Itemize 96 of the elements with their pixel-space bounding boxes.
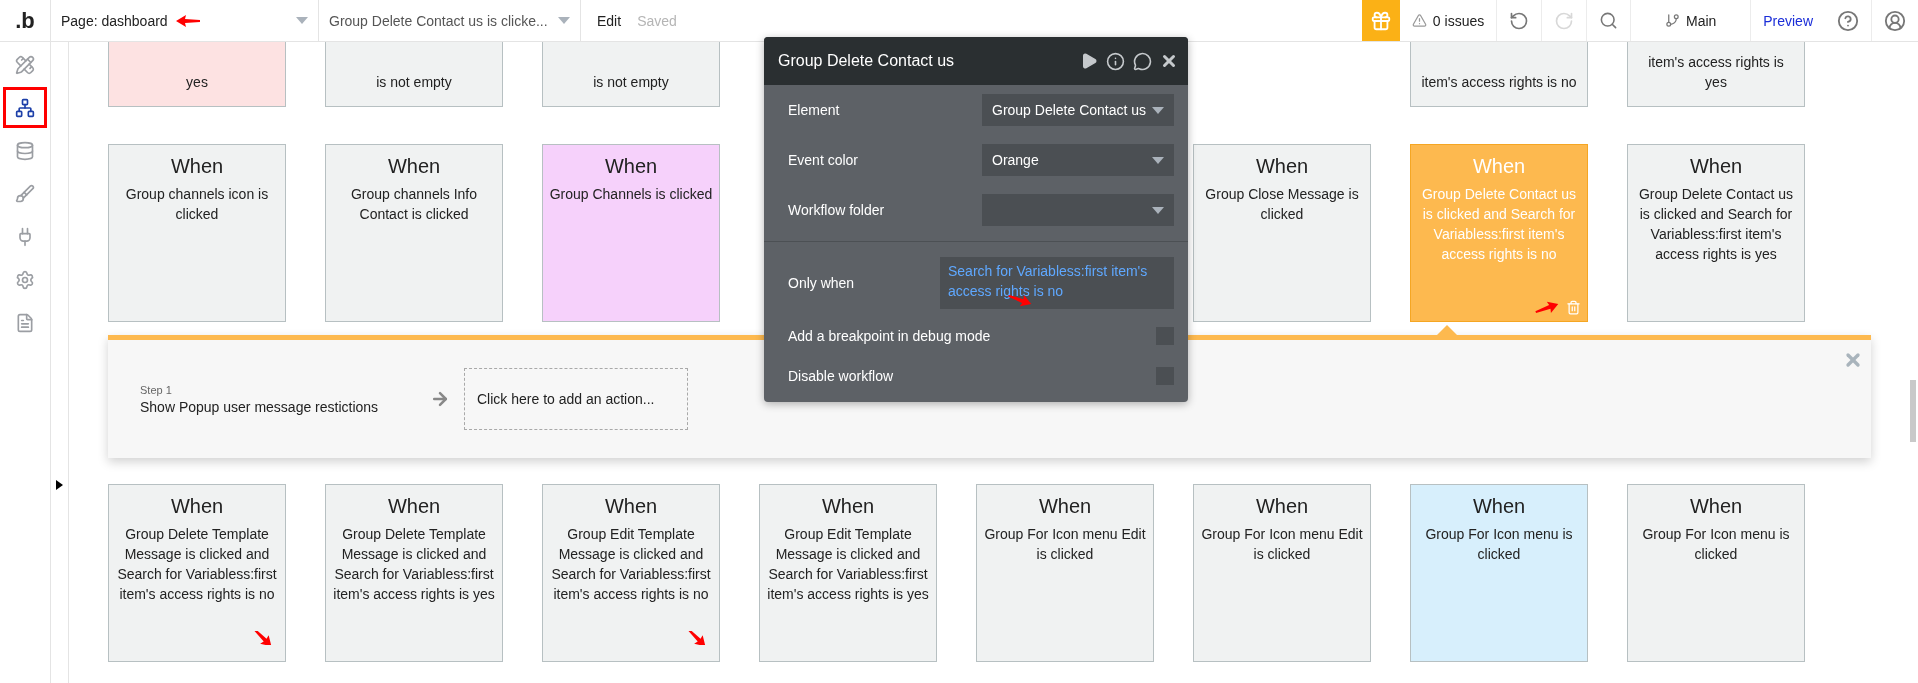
expand-caret-icon[interactable]	[56, 480, 63, 490]
branch-button[interactable]: Main	[1631, 0, 1752, 41]
event-card[interactable]: item's access rights is yes	[1627, 42, 1805, 107]
card-title: When	[1255, 155, 1309, 178]
event-dropdown[interactable]: Group Delete Contact us is clicke...	[319, 0, 581, 41]
card-title: When	[1472, 155, 1526, 178]
card-title: When	[604, 495, 658, 518]
field-label: Disable workflow	[788, 368, 895, 384]
card-text: Group For Icon menu Edit is clicked	[983, 525, 1147, 564]
sitemap-icon[interactable]	[3, 87, 47, 128]
field-label: Event color	[788, 152, 860, 168]
caret-icon	[1152, 156, 1164, 164]
card-text: Group Delete Contact us is clicked and Search for Variabless:first item's access rights is no	[1420, 185, 1578, 264]
card-title: When	[604, 155, 658, 178]
event-card[interactable]: yes	[108, 42, 286, 107]
warning-icon	[1411, 13, 1427, 28]
dropdown-field[interactable]: Orange	[982, 144, 1174, 176]
event-card[interactable]: item's access rights is no	[1410, 42, 1588, 107]
card-text: is not empty	[593, 73, 669, 92]
gift-icon	[1369, 9, 1392, 32]
event-card[interactable]: When Group Close Message is clicked	[1193, 144, 1371, 322]
event-card[interactable]: When Group For Icon menu Edit is clicked	[1193, 484, 1371, 662]
branch-icon	[1665, 13, 1680, 28]
card-text: Group Edit Template Message is clicked and Search for Variabless:first item's access rights is yes	[766, 525, 930, 604]
caret-icon	[1152, 106, 1165, 114]
play-icon[interactable]	[1080, 52, 1098, 70]
card-title: When	[821, 495, 875, 518]
event-card[interactable]: When Group Edit Template Message is clicked and Search for Variabless:first item's access rights is yes	[759, 484, 937, 662]
save-status: Saved	[637, 12, 677, 29]
card-title: When	[387, 155, 441, 178]
card-text: item's access rights is yes	[1647, 53, 1785, 92]
card-text: yes	[186, 73, 208, 92]
field-label: Only when	[788, 275, 856, 291]
page-dropdown[interactable]: Page: dashboard	[51, 0, 319, 41]
logo[interactable]: .b	[0, 0, 51, 41]
card-title: When	[1255, 495, 1309, 518]
caret-icon	[1152, 206, 1164, 214]
preview-link[interactable]: Preview	[1751, 12, 1825, 29]
card-text: Group For Icon menu is clicked	[1641, 525, 1791, 564]
field-label: Element	[788, 102, 841, 118]
card-text: Group Close Message is clicked	[1204, 185, 1360, 224]
card-title: When	[1689, 155, 1743, 178]
field-label: Add a breakpoint in debug mode	[788, 328, 992, 344]
card-text: Group Edit Template Message is clicked and Search for Variabless:first item's access rights is no	[550, 525, 712, 604]
user-avatar-icon	[1884, 9, 1906, 32]
card-text: Group Delete Template Message is clicked and Search for Variabless:first item's access rights is no	[116, 525, 278, 604]
card-text: Group For Icon menu Edit is clicked	[1200, 525, 1364, 564]
card-title: When	[170, 495, 224, 518]
card-text: Group Delete Template Message is clicked and Search for Variabless:first item's access rights is yes	[332, 525, 496, 604]
issues-button[interactable]: 0 issues	[1399, 0, 1498, 41]
step-action[interactable]: Show Popup user message restictions	[140, 398, 430, 415]
event-card[interactable]: When Group channels Info Contact is clicked	[325, 144, 503, 322]
event-card[interactable]: When Group For Icon menu is clicked	[1627, 484, 1805, 662]
caret-icon	[558, 17, 570, 24]
card-title: When	[1689, 495, 1743, 518]
gift-button[interactable]	[1361, 0, 1400, 41]
event-card[interactable]: When Group Edit Template Message is clicked and Search for Variabless:first item's access rights is no	[542, 484, 720, 662]
card-text: Group Channels is clicked	[549, 185, 713, 204]
event-card[interactable]: When Group channels icon is clicked	[108, 144, 286, 322]
close-icon[interactable]	[1160, 52, 1178, 70]
field-label: Workflow folder	[788, 202, 886, 218]
arrow-right-icon	[430, 389, 450, 409]
event-card[interactable]: When Group Delete Template Message is clicked and Search for Variabless:first item's access rights is yes	[325, 484, 503, 662]
card-title: When	[387, 495, 441, 518]
close-button[interactable]	[1843, 350, 1863, 370]
event-card[interactable]: When Group For Icon menu is clicked	[1410, 484, 1588, 662]
popup-title: Group Delete Contact us	[778, 52, 956, 70]
event-card[interactable]: When Group Delete Template Message is clicked and Search for Variabless:first item's access rights is no	[108, 484, 286, 662]
event-card[interactable]: When Group Delete Contact us is clicked and Search for Variabless:first item's access rights is yes	[1627, 144, 1805, 322]
redo-icon	[1554, 10, 1575, 31]
card-text: Group channels Info Contact is clicked	[349, 185, 479, 224]
card-text: Group Delete Contact us is clicked and Search for Variabless:first item's access rights is yes	[1637, 185, 1795, 264]
help-icon	[1837, 9, 1859, 32]
step-label: Step 1	[140, 383, 173, 396]
trash-icon[interactable]	[1566, 300, 1581, 315]
event-card[interactable]: When Group Channels is clicked	[542, 144, 720, 322]
search-icon	[1599, 11, 1619, 30]
caret-icon	[296, 17, 308, 24]
card-title: When	[1472, 495, 1526, 518]
card-text: Group For Icon menu is clicked	[1424, 525, 1574, 564]
card-text: is not empty	[376, 73, 452, 92]
card-title: When	[170, 155, 224, 178]
card-text: Group channels icon is clicked	[124, 185, 270, 224]
info-icon[interactable]	[1106, 51, 1125, 71]
card-title: When	[1038, 495, 1092, 518]
edit-menu[interactable]: Edit	[597, 12, 622, 29]
add-action-button[interactable]: Click here to add an action...	[464, 368, 688, 430]
undo-icon	[1509, 10, 1530, 31]
dropdown-field[interactable]	[982, 194, 1174, 226]
dropdown-field[interactable]: Group Delete Contact us	[982, 94, 1174, 126]
event-card[interactable]: is not empty	[542, 42, 720, 107]
comment-icon[interactable]	[1133, 51, 1152, 71]
event-card[interactable]: is not empty	[325, 42, 503, 107]
scrollbar-thumb[interactable]	[1910, 380, 1916, 442]
card-text: item's access rights is no	[1421, 73, 1577, 92]
event-card[interactable]: When Group For Icon menu Edit is clicked	[976, 484, 1154, 662]
